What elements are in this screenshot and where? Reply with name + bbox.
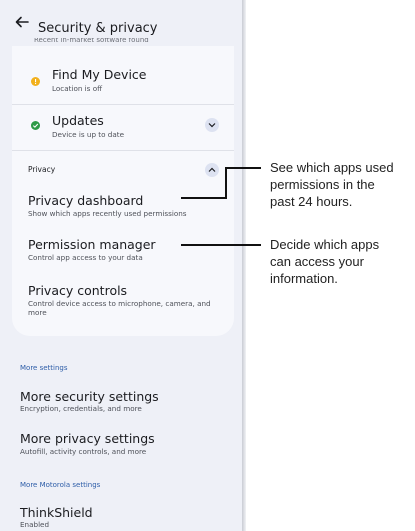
item-title: Updates: [52, 113, 104, 128]
item-title: More privacy settings: [20, 431, 155, 446]
item-title: Permission manager: [28, 237, 156, 252]
item-title: More security settings: [20, 389, 159, 404]
expand-chevron-icon[interactable]: [205, 118, 219, 132]
privacy-section-label: Privacy: [28, 165, 56, 174]
item-subtitle: Encryption, credentials, and more: [20, 404, 142, 413]
callout-line: [225, 167, 261, 169]
callout-line-text: See which apps used: [270, 160, 394, 175]
info-dot-icon: [31, 77, 40, 86]
phone-screen: Security & privacy Recent in-market soft…: [0, 0, 242, 531]
callout-dashboard: See which apps used permissions in the p…: [270, 159, 394, 210]
motorola-settings-label: More Motorola settings: [20, 481, 101, 489]
callout-line: [225, 167, 227, 199]
divider: [12, 150, 234, 151]
item-subtitle: Enabled: [20, 520, 50, 529]
back-arrow-icon[interactable]: [14, 14, 30, 30]
check-dot-icon: [31, 121, 40, 130]
callout-line-text: Decide which apps: [270, 237, 380, 252]
item-title: Find My Device: [52, 67, 147, 82]
item-subtitle: Control app access to your data: [28, 253, 143, 262]
callout-line-text: can access your: [270, 254, 364, 269]
truncated-text: Recent in-market software found: [34, 38, 149, 44]
callout-line: [181, 244, 261, 246]
callout-permission: Decide which apps can access your inform…: [270, 236, 379, 287]
callout-line-text: past 24 hours.: [270, 194, 353, 209]
item-subtitle: Location is off: [52, 84, 103, 93]
item-title: ThinkShield: [20, 505, 93, 520]
divider: [12, 104, 234, 105]
phone-edge: [242, 0, 246, 531]
item-title: Privacy controls: [28, 283, 128, 298]
collapse-chevron-icon[interactable]: [205, 163, 219, 177]
item-subtitle: Device is up to date: [52, 130, 125, 139]
item-subtitle: Control device access to microphone, cam…: [28, 299, 211, 317]
item-subtitle: Show which apps recently used permission…: [28, 209, 187, 218]
more-settings-label: More settings: [20, 364, 68, 372]
callout-line-text: permissions in the: [270, 177, 375, 192]
callout-line: [181, 197, 227, 199]
item-title: Privacy dashboard: [28, 193, 144, 208]
page-title: Security & privacy: [38, 21, 158, 36]
item-subtitle: Autofill, activity controls, and more: [20, 447, 147, 456]
callout-line-text: information.: [270, 271, 338, 286]
